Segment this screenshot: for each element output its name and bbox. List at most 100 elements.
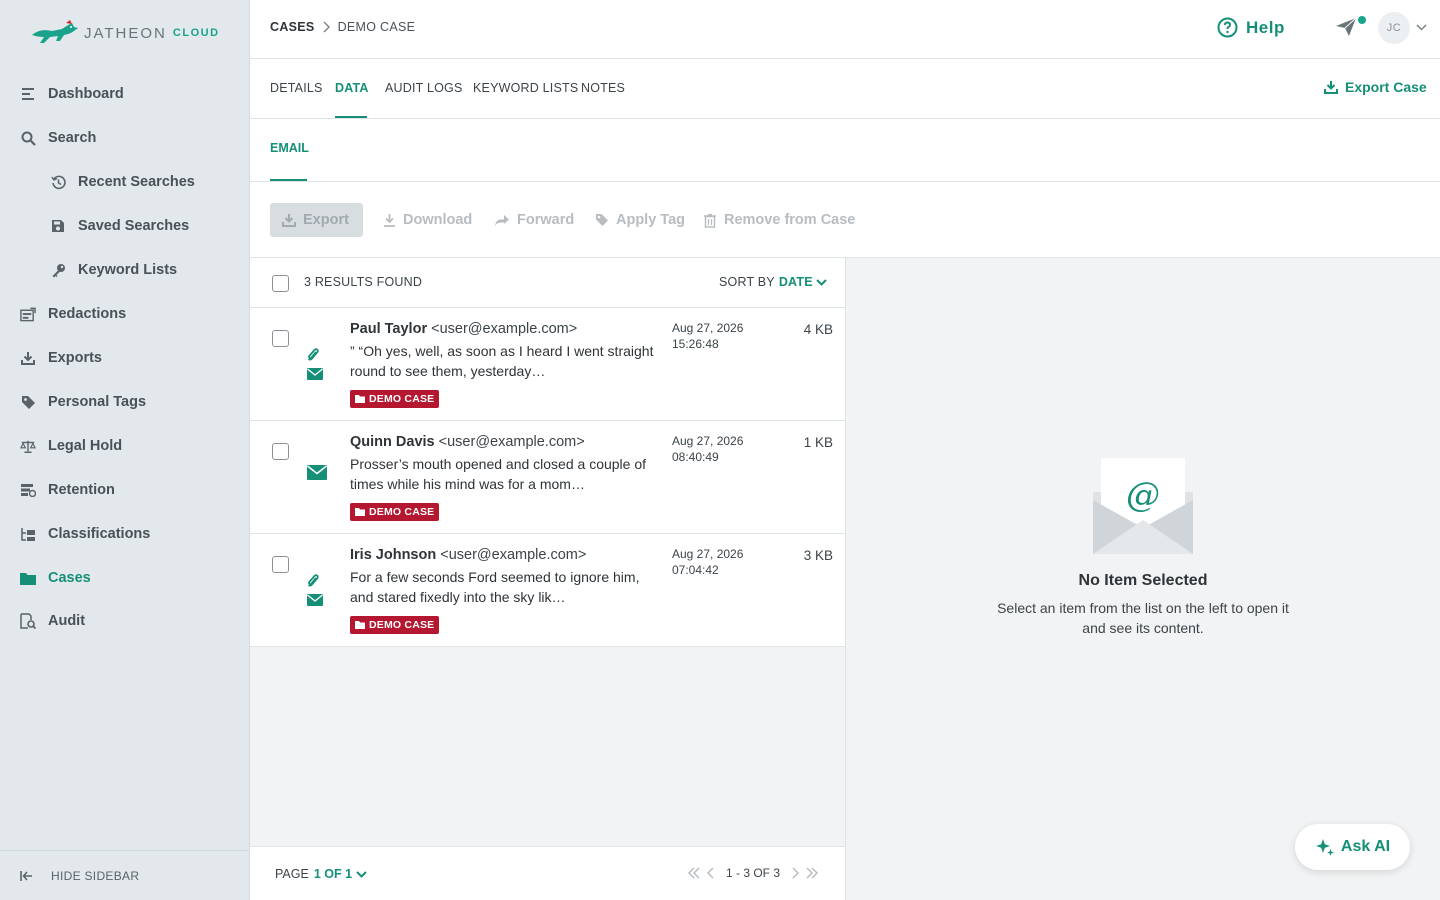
email-date: Aug 27, 2026 07:04:42: [672, 546, 743, 578]
tab-data[interactable]: DATA: [335, 81, 369, 95]
next-page-icon[interactable]: [791, 867, 800, 879]
sidebar-item-redactions[interactable]: Redactions: [0, 296, 249, 332]
results-list-pane: 3 RESULTS FOUND SORT BY DATE Paul Taylor…: [250, 258, 846, 900]
ask-ai-label: Ask AI: [1340, 838, 1391, 855]
sidebar-item-audit[interactable]: Audit: [0, 603, 249, 639]
hide-sidebar-button[interactable]: HIDE SIDEBAR: [0, 850, 249, 900]
preview-pane: @ No Item Selected Select an item from t…: [846, 258, 1440, 900]
breadcrumb-current: DEMO CASE: [337, 20, 416, 34]
case-tag-badge[interactable]: DEMO CASE: [350, 503, 440, 521]
subtab-email[interactable]: EMAIL: [270, 141, 309, 155]
download-button[interactable]: Download: [383, 203, 472, 237]
sidebar-item-label: Saved Searches: [78, 218, 190, 234]
folder-icon: [355, 395, 365, 403]
sidebar-item-recent-searches[interactable]: Recent Searches: [0, 164, 249, 200]
tab-notes[interactable]: NOTES: [581, 81, 625, 95]
case-tabs: DETAILS DATA AUDIT LOGS KEYWORD LISTS NO…: [250, 59, 1440, 119]
row-checkbox[interactable]: [272, 556, 289, 573]
email-row[interactable]: Iris Johnson <user@example.com> For a fe…: [250, 534, 845, 647]
breadcrumb: CASES DEMO CASE: [270, 20, 415, 34]
email-date: Aug 27, 2026 15:26:48: [672, 320, 743, 352]
empty-envelope-illustration: @: [1093, 458, 1193, 554]
sort-value[interactable]: DATE: [779, 275, 813, 289]
email-date-time: 07:04:42: [672, 563, 719, 577]
forward-icon: [494, 214, 510, 227]
help-button[interactable]: Help: [1217, 17, 1285, 38]
remove-from-case-button[interactable]: Remove from Case: [703, 203, 855, 237]
notification-dot: [1358, 16, 1366, 24]
redaction-icon: [20, 306, 36, 322]
page-selector[interactable]: PAGE 1 OF 1: [275, 867, 367, 881]
case-tag-badge[interactable]: DEMO CASE: [350, 616, 440, 634]
first-page-icon[interactable]: [687, 867, 701, 879]
svg-text:@: @: [1126, 475, 1160, 515]
sidebar-item-legal-hold[interactable]: Legal Hold: [0, 428, 249, 464]
collapse-left-icon: [20, 870, 33, 882]
empty-state-title: No Item Selected: [1078, 572, 1208, 589]
export-icon: [20, 350, 36, 366]
apply-tag-button[interactable]: Apply Tag: [595, 203, 685, 237]
sidebar-item-dashboard[interactable]: Dashboard: [0, 76, 249, 112]
export-case-button[interactable]: Export Case: [1324, 79, 1427, 95]
jatheon-logo[interactable]: JATHEON CLOUD: [30, 18, 220, 48]
sidebar-item-personal-tags[interactable]: Personal Tags: [0, 384, 249, 420]
sidebar-item-saved-searches[interactable]: Saved Searches: [0, 208, 249, 244]
sidebar-item-label: Legal Hold: [48, 438, 123, 454]
chevron-down-icon[interactable]: [356, 870, 367, 878]
email-date-time: 15:26:48: [672, 337, 719, 351]
email-snippet: For a few seconds Ford seemed to ignore …: [350, 569, 640, 605]
last-page-icon[interactable]: [805, 867, 819, 879]
tab-details[interactable]: DETAILS: [270, 81, 323, 95]
paper-plane-icon[interactable]: [1335, 17, 1357, 37]
help-circle-icon: [1217, 17, 1238, 38]
forward-button[interactable]: Forward: [494, 203, 574, 237]
search-icon: [20, 130, 36, 146]
prev-page-icon[interactable]: [707, 867, 715, 879]
sort-control[interactable]: SORT BY DATE: [719, 275, 827, 289]
sidebar: JATHEON CLOUD Dashboard Search Recent Se…: [0, 0, 250, 900]
sender-email: <user@example.com>: [438, 434, 585, 450]
sidebar-item-exports[interactable]: Exports: [0, 340, 249, 376]
sidebar-item-retention[interactable]: Retention: [0, 472, 249, 508]
email-date-day: Aug 27, 2026: [672, 547, 744, 561]
select-all-checkbox[interactable]: [272, 275, 289, 292]
email-size: 1 KB: [803, 435, 833, 450]
email-snippet: ” “Oh yes, well, as soon as I heard I we…: [350, 343, 654, 379]
row-checkbox[interactable]: [272, 443, 289, 460]
email-row[interactable]: Paul Taylor <user@example.com> ” “Oh yes…: [250, 308, 845, 421]
sidebar-item-classifications[interactable]: Classifications: [0, 516, 249, 552]
email-sender: Quinn Davis <user@example.com>: [350, 434, 585, 450]
chevron-down-icon[interactable]: [1416, 24, 1427, 31]
sidebar-item-label: Cases: [48, 570, 91, 586]
tab-keyword-lists[interactable]: KEYWORD LISTS: [473, 81, 578, 95]
chevron-right-icon: [323, 21, 330, 33]
email-row[interactable]: Quinn Davis <user@example.com> Prosser’s…: [250, 421, 845, 534]
sender-email: <user@example.com>: [440, 547, 587, 563]
envelope-icon: [307, 368, 323, 380]
brand-name: JATHEON: [84, 24, 167, 42]
avatar[interactable]: JC: [1378, 12, 1410, 44]
folder-icon: [20, 570, 36, 586]
ask-ai-button[interactable]: Ask AI: [1295, 824, 1410, 870]
sidebar-item-keyword-lists[interactable]: Keyword Lists: [0, 252, 249, 288]
case-tag-badge[interactable]: DEMO CASE: [350, 390, 440, 408]
tab-audit-logs[interactable]: AUDIT LOGS: [385, 81, 462, 95]
page-value[interactable]: 1 OF 1: [314, 867, 352, 881]
sender-name: Paul Taylor: [350, 321, 428, 337]
sidebar-item-search[interactable]: Search: [0, 120, 249, 156]
save-icon: [50, 218, 66, 234]
data-subtabs: EMAIL: [250, 119, 1440, 182]
case-tag-label: DEMO CASE: [369, 619, 435, 631]
export-label: Export: [303, 212, 349, 228]
chevron-down-icon[interactable]: [816, 278, 827, 286]
export-button[interactable]: Export: [270, 203, 363, 237]
sidebar-item-cases[interactable]: Cases: [0, 560, 249, 596]
sender-name: Quinn Davis: [350, 434, 435, 450]
classification-icon: [20, 526, 36, 542]
email-date: Aug 27, 2026 08:40:49: [672, 433, 743, 465]
download-icon: [1324, 80, 1338, 94]
help-label: Help: [1246, 17, 1285, 37]
row-checkbox[interactable]: [272, 330, 289, 347]
breadcrumb-cases[interactable]: CASES: [270, 20, 315, 34]
email-size: 3 KB: [803, 548, 833, 563]
